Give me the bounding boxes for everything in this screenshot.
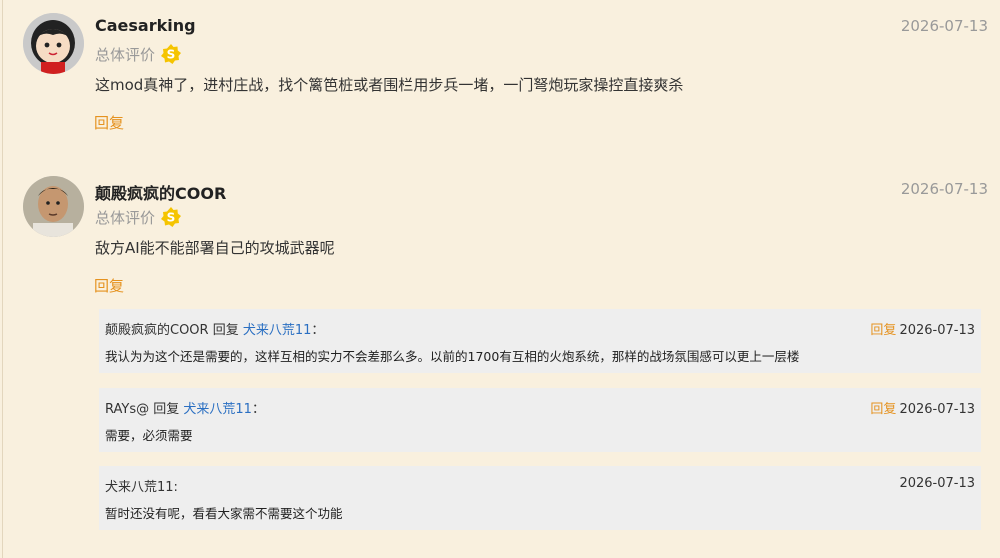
avatar[interactable]: [23, 176, 84, 237]
sub-reply-text: 需要，必须需要: [105, 428, 193, 443]
sub-reply-text: 暂时还没有呢，看看大家需不需要这个功能: [105, 506, 343, 521]
sub-reply-author[interactable]: RAYs@: [105, 402, 149, 417]
comment-author[interactable]: Caesarking: [95, 16, 196, 35]
reply-button[interactable]: 回复: [94, 275, 124, 296]
sub-reply: 颠殿疯疯的COOR 回复 犬来八荒11： 回复 2026-07-13 我认为为这个…: [99, 309, 981, 373]
sub-reply-meta: 犬来八荒11:: [105, 476, 178, 495]
sub-reply-author[interactable]: 犬来八荒11:: [105, 480, 178, 495]
avatar[interactable]: [23, 13, 84, 74]
sub-reply-target-link[interactable]: 犬来八荒11: [243, 323, 312, 338]
sub-reply-date: 2026-07-13: [899, 476, 975, 491]
reply-button[interactable]: 回复: [94, 112, 124, 133]
sub-reply-colon: ：: [311, 323, 325, 338]
sub-reply-actions: 回复 2026-07-13: [870, 319, 975, 338]
rating-badge-icon: S: [160, 43, 182, 65]
comment-text: 这mod真神了，进村庄战，找个篱笆桩或者围栏用步兵一堵，一门弩炮玩家操控直接爽杀: [95, 76, 684, 94]
reply-button[interactable]: 回复: [870, 323, 896, 338]
reply-button[interactable]: 回复: [870, 402, 896, 417]
sub-reply-text: 我认为为这个还是需要的，这样互相的实力不会差那么多。以前的1700有互相的火炮系…: [105, 349, 800, 364]
sub-reply-actions: 2026-07-13: [899, 476, 975, 491]
rating: 总体评价 S: [95, 206, 182, 228]
sub-reply-date: 2026-07-13: [899, 323, 975, 338]
photo-avatar-icon: [23, 176, 84, 237]
comment-date: 2026-07-13: [900, 17, 988, 35]
rating: 总体评价 S: [95, 43, 182, 65]
sub-reply: RAYs@ 回复 犬来八荒11： 回复 2026-07-13 需要，必须需要: [99, 388, 981, 452]
page-border: [2, 0, 3, 558]
sub-reply-actions: 回复 2026-07-13: [870, 398, 975, 417]
sub-reply-action: 回复: [153, 402, 180, 417]
sub-reply-target-link[interactable]: 犬来八荒11: [183, 402, 252, 417]
rating-label: 总体评价: [95, 208, 156, 227]
cartoon-avatar-icon: [23, 13, 84, 74]
comment-date: 2026-07-13: [900, 180, 988, 198]
svg-text:S: S: [167, 211, 176, 225]
sub-reply-date: 2026-07-13: [899, 402, 975, 417]
sub-reply-colon: ：: [251, 402, 265, 417]
comment-author[interactable]: 颠殿疯疯的COOR: [95, 180, 226, 204]
sub-reply-meta: RAYs@ 回复 犬来八荒11：: [105, 398, 265, 417]
sub-reply-author[interactable]: 颠殿疯疯的COOR: [105, 323, 209, 338]
sub-reply-action: 回复: [212, 323, 239, 338]
svg-text:S: S: [167, 48, 176, 62]
rating-badge-icon: S: [160, 206, 182, 228]
rating-label: 总体评价: [95, 45, 156, 64]
comment-text: 敌方AI能不能部署自己的攻城武器呢: [95, 239, 335, 257]
sub-reply-meta: 颠殿疯疯的COOR 回复 犬来八荒11：: [105, 319, 324, 338]
sub-reply: 犬来八荒11: 2026-07-13 暂时还没有呢，看看大家需不需要这个功能: [99, 466, 981, 530]
